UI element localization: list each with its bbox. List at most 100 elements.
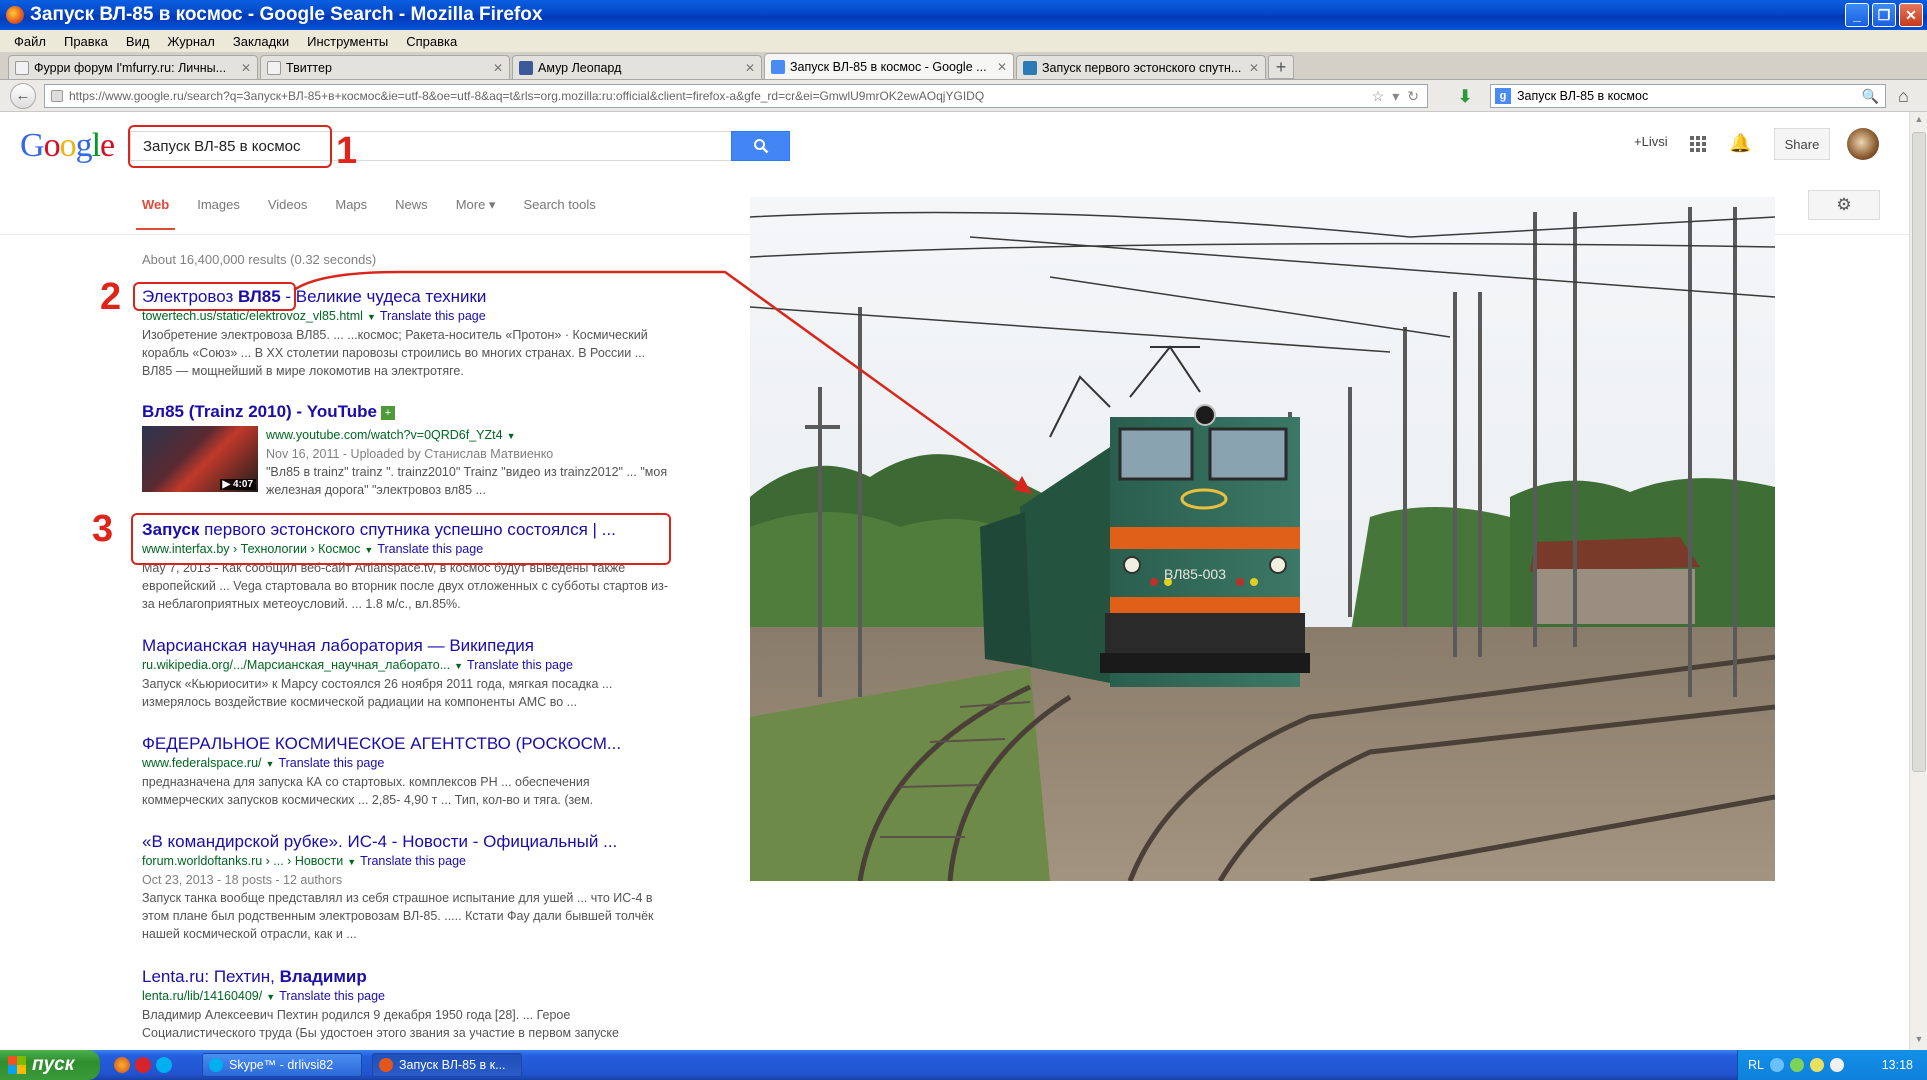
back-button[interactable]: ← bbox=[10, 82, 36, 109]
scroll-up-icon[interactable]: ▲ bbox=[1912, 114, 1926, 128]
scroll-down-icon[interactable]: ▼ bbox=[1912, 1034, 1926, 1048]
browser-tab[interactable]: Твиттер ✕ bbox=[260, 55, 510, 79]
result-snippet: "Вл85 в trainz" trainz ". trainz2010" Tr… bbox=[266, 465, 668, 497]
caret-down-icon[interactable]: ▼ bbox=[266, 992, 275, 1002]
history-dropdown-icon[interactable]: ▾ bbox=[1392, 88, 1399, 105]
tab-close-icon[interactable]: ✕ bbox=[997, 60, 1007, 74]
taskbar-skype-button[interactable]: Skype™ - drlivsi82 bbox=[202, 1053, 362, 1077]
menu-history[interactable]: Журнал bbox=[167, 34, 214, 49]
tray-icon[interactable] bbox=[1789, 1058, 1804, 1072]
google-favicon bbox=[771, 59, 785, 74]
result-title-link[interactable]: «В командирской рубке». ИС-4 - Новости -… bbox=[142, 832, 672, 852]
avatar[interactable] bbox=[1847, 128, 1879, 160]
tab-images[interactable]: Images bbox=[197, 197, 240, 227]
caret-down-icon[interactable]: ▼ bbox=[367, 312, 376, 322]
translate-link[interactable]: Translate this page bbox=[279, 989, 385, 1003]
tab-favicon bbox=[15, 60, 29, 75]
tray-icon[interactable] bbox=[1829, 1058, 1844, 1072]
search-button[interactable] bbox=[731, 131, 790, 161]
notifications-bell-icon[interactable]: 🔔 bbox=[1729, 133, 1751, 154]
tab-favicon bbox=[1023, 60, 1037, 75]
menu-view[interactable]: Вид bbox=[126, 34, 150, 49]
video-thumbnail[interactable]: ▶ 4:07 bbox=[142, 426, 258, 492]
search-icon[interactable]: 🔍 bbox=[1862, 88, 1879, 105]
tab-web[interactable]: Web bbox=[135, 197, 176, 230]
url-bar[interactable]: https://www.google.ru/search?q=Запуск+ВЛ… bbox=[44, 84, 1428, 108]
result-title-link[interactable]: Вл85 (Trainz 2010) - YouTube + bbox=[142, 402, 672, 422]
result-snippet: Запуск «Кьюриосити» к Марсу состоялся 26… bbox=[142, 677, 613, 709]
translate-link[interactable]: Translate this page bbox=[380, 309, 486, 323]
result-snippet: предназначена для запуска КА со стартовы… bbox=[142, 775, 594, 807]
download-icon[interactable]: ⬇ bbox=[1458, 87, 1472, 107]
google-logo[interactable]: Google bbox=[20, 127, 115, 165]
close-button[interactable]: ✕ bbox=[1899, 3, 1923, 27]
caret-down-icon[interactable]: ▼ bbox=[347, 857, 356, 867]
tab-maps[interactable]: Maps bbox=[335, 197, 367, 227]
plus-icon: + bbox=[381, 405, 395, 420]
reload-icon[interactable]: ↻ bbox=[1407, 88, 1419, 105]
caret-down-icon[interactable]: ▼ bbox=[266, 759, 275, 769]
menu-bookmarks[interactable]: Закладки bbox=[233, 34, 289, 49]
skype-icon[interactable] bbox=[156, 1057, 172, 1073]
tray-icon[interactable] bbox=[1809, 1058, 1824, 1072]
menu-edit[interactable]: Правка bbox=[64, 34, 108, 49]
search-engine-icon[interactable]: g bbox=[1495, 88, 1511, 104]
caret-down-icon[interactable]: ▼ bbox=[454, 661, 463, 671]
result-url: www.federalspace.ru/▼ Translate this page bbox=[142, 756, 385, 770]
tab-close-icon[interactable]: ✕ bbox=[1249, 61, 1259, 75]
tab-videos[interactable]: Videos bbox=[268, 197, 308, 227]
minimize-button[interactable]: _ bbox=[1845, 3, 1869, 27]
result-snippet: Запуск танка вообще представлял из себя … bbox=[142, 891, 654, 941]
browser-tab[interactable]: Запуск первого эстонского спутн... ✕ bbox=[1016, 55, 1266, 79]
browser-tab[interactable]: Фурри форум I'mfurry.ru: Личны... ✕ bbox=[8, 55, 258, 79]
tray-icon[interactable] bbox=[1769, 1058, 1784, 1072]
facebook-icon bbox=[519, 60, 533, 75]
vertical-scrollbar[interactable]: ▲ ▼ bbox=[1909, 112, 1927, 1050]
search-result: ФЕДЕРАЛЬНОЕ КОСМИЧЕСКОЕ АГЕНТСТВО (РОСКО… bbox=[142, 734, 672, 809]
tab-search-tools[interactable]: Search tools bbox=[523, 197, 595, 227]
settings-gear-icon[interactable]: ⚙ bbox=[1808, 190, 1880, 220]
result-title-link[interactable]: ФЕДЕРАЛЬНОЕ КОСМИЧЕСКОЕ АГЕНТСТВО (РОСКО… bbox=[142, 734, 672, 754]
tab-close-icon[interactable]: ✕ bbox=[745, 61, 755, 75]
menu-tools[interactable]: Инструменты bbox=[307, 34, 388, 49]
browser-tab-active[interactable]: Запуск ВЛ-85 в космос - Google ... ✕ bbox=[764, 53, 1014, 79]
translate-link[interactable]: Translate this page bbox=[360, 854, 466, 868]
taskbar-firefox-button[interactable]: Запуск ВЛ-85 в к... bbox=[372, 1053, 522, 1077]
new-tab-button[interactable]: + bbox=[1268, 55, 1294, 79]
tab-close-icon[interactable]: ✕ bbox=[241, 61, 251, 75]
translate-link[interactable]: Translate this page bbox=[278, 756, 384, 770]
start-button[interactable]: пуск bbox=[0, 1050, 100, 1080]
menu-file[interactable]: Файл bbox=[14, 34, 46, 49]
annotation-box-2 bbox=[133, 282, 296, 311]
bookmark-star-icon[interactable]: ☆ bbox=[1372, 88, 1385, 105]
apps-grid-icon[interactable] bbox=[1690, 136, 1706, 152]
opera-icon[interactable] bbox=[135, 1057, 151, 1073]
scroll-thumb[interactable] bbox=[1912, 132, 1926, 772]
annotation-number-1: 1 bbox=[336, 130, 358, 172]
language-indicator[interactable]: RL bbox=[1748, 1058, 1764, 1072]
restore-button[interactable]: ❐ bbox=[1872, 3, 1896, 27]
tab-news[interactable]: News bbox=[395, 197, 428, 227]
tab-label: Фурри форум I'mfurry.ru: Личны... bbox=[34, 60, 227, 75]
result-title-link[interactable]: Lenta.ru: Пехтин, Владимир bbox=[142, 967, 672, 987]
browser-tab[interactable]: Амур Леопард ✕ bbox=[512, 55, 762, 79]
share-button[interactable]: Share bbox=[1774, 128, 1830, 160]
translate-link[interactable]: Translate this page bbox=[467, 658, 573, 672]
plus-user-link[interactable]: +Livsi bbox=[1634, 134, 1668, 149]
result-title-link[interactable]: Марсианская научная лаборатория — Википе… bbox=[142, 636, 672, 656]
lock-icon bbox=[51, 90, 63, 102]
caret-down-icon[interactable]: ▼ bbox=[507, 431, 516, 441]
search-result: Марсианская научная лаборатория — Википе… bbox=[142, 636, 672, 711]
screen: Запуск ВЛ-85 в космос - Google Search - … bbox=[0, 0, 1927, 1080]
annotation-number-2: 2 bbox=[100, 276, 122, 318]
home-icon[interactable]: ⌂ bbox=[1898, 86, 1909, 107]
tab-more[interactable]: More ▾ bbox=[456, 197, 496, 227]
browser-search-box[interactable]: g Запуск ВЛ-85 в космос 🔍 bbox=[1490, 84, 1886, 108]
result-snippet: Владимир Алексеевич Пехтин родился 9 дек… bbox=[142, 1008, 619, 1040]
url-text: https://www.google.ru/search?q=Запуск+ВЛ… bbox=[69, 89, 985, 103]
firefox-icon[interactable] bbox=[114, 1057, 130, 1073]
menu-help[interactable]: Справка bbox=[406, 34, 457, 49]
tab-close-icon[interactable]: ✕ bbox=[493, 61, 503, 75]
navigation-bar: ← https://www.google.ru/search?q=Запуск+… bbox=[0, 80, 1927, 112]
tab-label: Запуск первого эстонского спутн... bbox=[1042, 60, 1242, 75]
